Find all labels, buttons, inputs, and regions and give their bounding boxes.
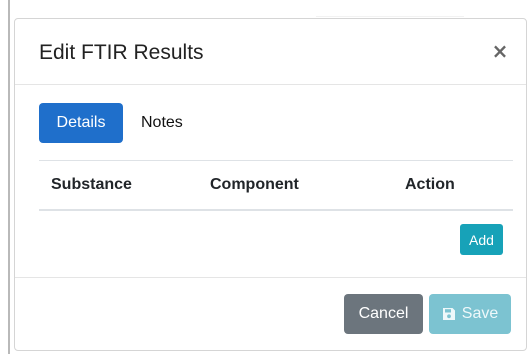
save-button-label: Save	[461, 305, 499, 322]
column-header-component: Component	[210, 176, 299, 193]
cancel-button[interactable]: Cancel	[344, 294, 423, 334]
background-divider	[316, 16, 464, 17]
table-header: Substance Component Action	[39, 160, 513, 211]
edit-ftir-results-modal: Edit FTIR Results × Details Notes Substa…	[14, 18, 527, 351]
page: Edit FTIR Results × Details Notes Substa…	[0, 0, 531, 354]
modal-header: Edit FTIR Results ×	[15, 19, 526, 85]
modal-footer: Cancel Save	[15, 277, 526, 352]
save-button[interactable]: Save	[429, 294, 511, 334]
tab-notes[interactable]: Notes	[125, 103, 199, 143]
floppy-disk-icon	[442, 308, 455, 320]
column-header-substance: Substance	[51, 176, 132, 193]
tab-details[interactable]: Details	[39, 103, 123, 143]
background-window-edge	[8, 0, 10, 354]
modal-title: Edit FTIR Results	[39, 41, 204, 64]
add-button[interactable]: Add	[460, 224, 503, 255]
close-icon[interactable]: ×	[488, 37, 512, 65]
column-header-action: Action	[405, 176, 455, 193]
results-table: Substance Component Action	[39, 160, 513, 211]
